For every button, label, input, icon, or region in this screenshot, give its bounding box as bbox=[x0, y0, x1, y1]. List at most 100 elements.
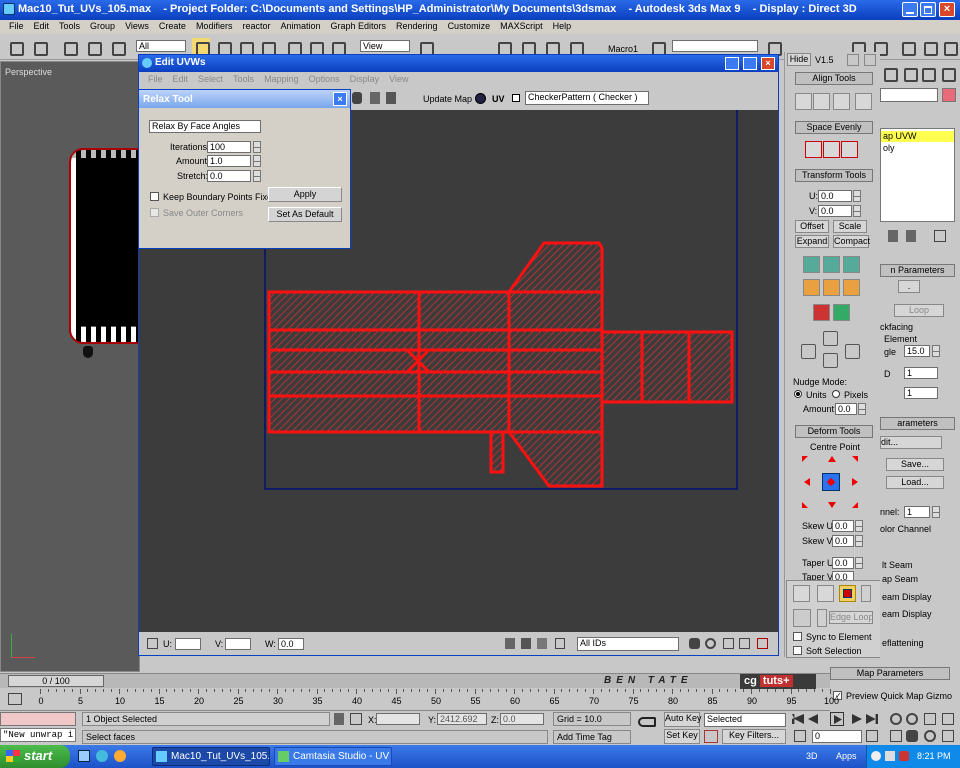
edit-button[interactable]: dit... bbox=[880, 436, 942, 449]
unlink-icon[interactable] bbox=[84, 38, 102, 56]
uvw-menu-display[interactable]: Display bbox=[345, 74, 385, 84]
ids-dropdown[interactable]: All IDs bbox=[577, 637, 679, 651]
menu-modifiers[interactable]: Modifiers bbox=[191, 21, 238, 31]
taper-u-field[interactable]: 0.0 bbox=[832, 557, 854, 569]
menu-customize[interactable]: Customize bbox=[443, 21, 496, 31]
version-arrow-icon[interactable] bbox=[847, 54, 859, 66]
configure-sets-icon[interactable] bbox=[934, 230, 946, 242]
align-tools-header[interactable]: Align Tools bbox=[795, 72, 873, 85]
rotate-cw-icon[interactable] bbox=[823, 256, 840, 273]
zoom-extents-icon[interactable] bbox=[924, 713, 936, 725]
x-field[interactable] bbox=[376, 713, 420, 725]
stretch-spinner[interactable] bbox=[253, 170, 261, 182]
taskbar-item-3dsmax[interactable]: Mac10_Tut_UVs_105... bbox=[152, 747, 270, 766]
absolute-offset-icon[interactable] bbox=[147, 638, 158, 649]
align-vertical-icon[interactable] bbox=[795, 93, 812, 110]
edit-uvws-maximize-button[interactable] bbox=[743, 57, 757, 70]
space-grid-icon[interactable] bbox=[841, 141, 858, 158]
channel-field[interactable]: 1 bbox=[904, 506, 930, 518]
start-button[interactable]: start bbox=[0, 745, 70, 768]
rotate-90-icon[interactable] bbox=[843, 256, 860, 273]
uvw-menu-tools[interactable]: Tools bbox=[228, 74, 259, 84]
minimize-button[interactable] bbox=[902, 2, 918, 17]
uvw-menu-select[interactable]: Select bbox=[193, 74, 228, 84]
quicklaunch-media-icon[interactable] bbox=[114, 750, 126, 762]
uvw-menu-edit[interactable]: Edit bbox=[168, 74, 194, 84]
paint-select-icon[interactable] bbox=[793, 609, 811, 627]
z-field[interactable]: 0.0 bbox=[500, 713, 544, 725]
show-map-icon[interactable] bbox=[475, 93, 486, 104]
uvw-menu-file[interactable]: File bbox=[143, 74, 168, 84]
stack-item-unwrap[interactable]: ap UVW bbox=[881, 131, 954, 142]
toolbox-v-spinner[interactable] bbox=[853, 205, 861, 217]
select-id-field[interactable]: 1 bbox=[904, 367, 938, 379]
bind-space-warp-icon[interactable] bbox=[108, 38, 126, 56]
taskbar-item-camtasia[interactable]: Camtasia Studio - UV ... bbox=[274, 747, 392, 766]
expand-button[interactable]: Expand bbox=[795, 235, 829, 248]
tray-3d[interactable]: 3D bbox=[806, 751, 818, 761]
pin-stack-icon[interactable] bbox=[888, 230, 898, 242]
start-label[interactable]: start bbox=[24, 748, 52, 763]
v-coord-field[interactable] bbox=[225, 638, 251, 650]
iterations-spinner[interactable] bbox=[253, 141, 261, 153]
relax-method-dropdown[interactable]: Relax By Face Angles bbox=[149, 120, 261, 133]
named-selection-field[interactable] bbox=[672, 40, 758, 52]
material-editor-icon[interactable] bbox=[898, 38, 916, 56]
tray-network-icon[interactable] bbox=[871, 751, 881, 761]
soft-selection-checkbox[interactable] bbox=[793, 646, 802, 655]
space-h-icon[interactable] bbox=[805, 141, 822, 158]
iterations-field[interactable]: 100 bbox=[207, 141, 251, 153]
play-icon[interactable] bbox=[830, 712, 844, 726]
toolbox-close-icon[interactable] bbox=[864, 54, 876, 66]
uvw-menu-view[interactable]: View bbox=[384, 74, 413, 84]
relax-tool-close-button[interactable]: × bbox=[333, 92, 347, 106]
uv-plane-button[interactable]: UV bbox=[492, 94, 505, 104]
nudge-up-icon[interactable] bbox=[823, 331, 838, 346]
align-center-icon[interactable] bbox=[855, 93, 872, 110]
next-frame-icon[interactable] bbox=[852, 714, 862, 724]
zoom-icon[interactable] bbox=[705, 638, 716, 649]
min-max-toggle-icon[interactable] bbox=[942, 730, 954, 742]
auto-key-button[interactable]: Auto Key bbox=[664, 712, 702, 727]
freeform-icon[interactable] bbox=[370, 92, 380, 104]
rotate-ccw-icon[interactable] bbox=[803, 256, 820, 273]
select-link-icon[interactable] bbox=[60, 38, 78, 56]
skew-u-spinner[interactable] bbox=[855, 520, 863, 532]
nudge-right-icon[interactable] bbox=[845, 344, 860, 359]
w-coord-field[interactable]: 0.0 bbox=[278, 638, 304, 650]
zoom-selected-icon[interactable] bbox=[757, 638, 768, 649]
zoom-region-icon[interactable] bbox=[723, 638, 734, 649]
filter-selected-icon[interactable] bbox=[555, 638, 565, 649]
smoothing-group-field[interactable]: 1 bbox=[904, 387, 938, 399]
amount-spinner[interactable] bbox=[253, 155, 261, 167]
time-slider[interactable]: 0 / 100 BEN TATE cg tuts+ bbox=[0, 673, 830, 689]
stack-item-poly[interactable]: oly bbox=[883, 143, 895, 153]
zoom-viewport-icon[interactable] bbox=[890, 713, 902, 725]
load-button[interactable]: Load... bbox=[886, 476, 944, 489]
parameters-header[interactable]: arameters bbox=[880, 417, 955, 430]
menu-graph-editors[interactable]: Graph Editors bbox=[326, 21, 392, 31]
perspective-viewport[interactable]: Perspective bbox=[0, 61, 149, 672]
nudge-left-icon[interactable] bbox=[801, 344, 816, 359]
rotate-custom-icon[interactable] bbox=[843, 279, 860, 296]
mirror-uv-icon[interactable] bbox=[386, 92, 396, 104]
current-frame-field[interactable]: 0 bbox=[812, 730, 862, 743]
object-color-swatch[interactable] bbox=[942, 88, 956, 102]
select-vertex-icon[interactable] bbox=[793, 585, 810, 602]
pan-icon[interactable] bbox=[689, 638, 700, 649]
compact-button[interactable]: Compact bbox=[833, 235, 870, 248]
menu-views[interactable]: Views bbox=[120, 21, 154, 31]
menu-help[interactable]: Help bbox=[548, 21, 577, 31]
menu-file[interactable]: File bbox=[4, 21, 29, 31]
menu-rendering[interactable]: Rendering bbox=[391, 21, 443, 31]
maxscript-output[interactable]: "New unwrap i bbox=[0, 728, 76, 742]
transform-tools-header[interactable]: Transform Tools bbox=[795, 169, 873, 182]
time-slider-thumb[interactable]: 0 / 100 bbox=[8, 675, 104, 687]
modify-tab-icon[interactable] bbox=[880, 64, 898, 82]
redo-icon[interactable] bbox=[30, 38, 48, 56]
curve-icon[interactable] bbox=[704, 730, 718, 743]
zoom-all-icon[interactable] bbox=[906, 713, 918, 725]
planar-angle-spinner[interactable] bbox=[932, 345, 940, 357]
absolute-mode-icon[interactable] bbox=[350, 713, 362, 725]
hierarchy-tab-icon[interactable] bbox=[900, 64, 918, 82]
